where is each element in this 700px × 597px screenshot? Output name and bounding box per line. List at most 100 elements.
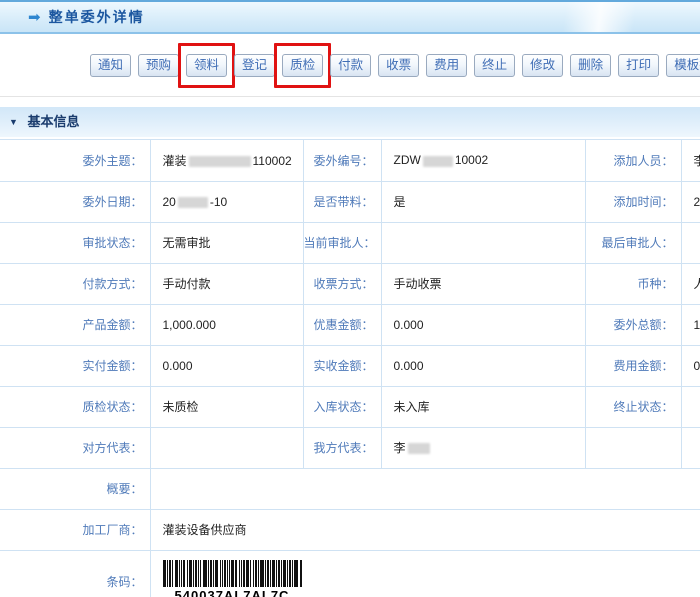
red-highlight-box: 领料 — [178, 42, 236, 88]
value-text: 110002 — [252, 153, 292, 168]
barcode-image — [162, 559, 302, 587]
toolbar-button[interactable]: 终止 — [474, 53, 516, 77]
value-text: 未质检 — [162, 400, 199, 414]
value-text: ZDW — [393, 153, 421, 168]
divider-gap — [0, 97, 700, 107]
toolbar-button[interactable]: 收票 — [378, 53, 420, 77]
value-text: -10 — [209, 194, 228, 209]
toolbar-button[interactable]: 通知 — [90, 53, 132, 77]
value-text: 0. — [693, 358, 700, 373]
table-row: 加工厂商： 灌装设备供应商 — [0, 508, 700, 551]
barcode-cell: 540037AL7AL7C — [149, 549, 700, 597]
field-value — [149, 467, 700, 510]
value-text: 1, — [693, 317, 700, 332]
toolbar-button[interactable]: 模板打印 — [666, 53, 700, 77]
toolbar-button-wrap: 修改 — [522, 53, 564, 77]
field-value: 是 — [380, 180, 586, 223]
value-text: 0.000 — [162, 358, 193, 373]
toolbar-button[interactable]: 付款 — [330, 53, 372, 77]
field-value: 0.000 — [380, 344, 586, 387]
red-highlight-box: 质检 — [274, 42, 332, 88]
toolbar: 通知预购领料登记质检付款收票费用终止修改删除打印模板打印 — [0, 34, 700, 97]
redacted-blur — [407, 443, 430, 455]
value-text: 10002 — [454, 153, 489, 168]
toolbar-button[interactable]: 打印 — [618, 53, 660, 77]
toolbar-button[interactable]: 费用 — [426, 53, 468, 77]
toolbar-button-wrap: 模板打印 — [666, 53, 700, 77]
field-label: 添加人员： — [584, 139, 682, 182]
field-label: 条码： — [0, 549, 151, 597]
toolbar-button-wrap: 付款 — [330, 53, 372, 77]
field-value: 未质检 — [149, 385, 304, 428]
toolbar-button[interactable]: 删除 — [570, 53, 612, 77]
field-label: 委外日期： — [0, 180, 151, 223]
section-title: 基本信息 — [27, 114, 80, 129]
field-value: 灌装设备供应商 — [149, 508, 700, 551]
field-label: 付款方式： — [0, 262, 151, 305]
arrow-right-icon: ➡ — [28, 8, 41, 26]
toolbar-button[interactable]: 修改 — [522, 53, 564, 77]
value-text: 灌装 — [162, 153, 187, 168]
redacted-blur — [177, 196, 208, 208]
value-text: 1,000.000 — [162, 317, 216, 332]
field-value — [380, 221, 586, 264]
field-value: 手动收票 — [380, 262, 586, 305]
toolbar-button[interactable]: 登记 — [234, 53, 276, 77]
field-value: 李 — [380, 426, 586, 469]
field-value — [149, 426, 304, 469]
value-text: 20 — [693, 194, 700, 209]
value-text: 手动收票 — [393, 277, 442, 291]
value-text: 李 — [393, 441, 406, 455]
field-label: 质检状态： — [0, 385, 151, 428]
toolbar-button[interactable]: 预购 — [138, 53, 180, 77]
toolbar-button-wrap: 打印 — [618, 53, 660, 77]
field-value: 0.000 — [380, 303, 586, 346]
redacted-blur — [422, 155, 453, 167]
field-label: 收票方式： — [302, 262, 382, 305]
value-text: 灌装设备供应商 — [162, 523, 247, 537]
collapse-triangle-icon[interactable]: ▼ — [9, 107, 18, 137]
field-label: 委外总额： — [584, 303, 682, 346]
field-label: 审批状态： — [0, 221, 151, 264]
value-text: 是 — [393, 195, 406, 209]
table-row: 审批状态： 无需审批 当前审批人： 最后审批人： — [0, 221, 700, 264]
table-row: 条码： 540037AL7AL7C — [0, 549, 700, 597]
field-value — [680, 385, 700, 428]
field-value: 无需审批 — [149, 221, 304, 264]
field-label: 实付金额： — [0, 344, 151, 387]
field-value: 李 — [680, 139, 700, 182]
field-value: 0. — [680, 344, 700, 387]
toolbar-button-wrap: 删除 — [570, 53, 612, 77]
table-row: 对方代表： 我方代表： 李 — [0, 426, 700, 469]
field-value: ZDW 10002 — [380, 139, 586, 182]
field-value: 灌装 110002 — [149, 139, 304, 182]
value-text: 李 — [693, 153, 700, 168]
field-value: 1,000.000 — [149, 303, 304, 346]
value-text: 0.000 — [393, 358, 424, 373]
value-text: 无需审批 — [162, 236, 211, 250]
toolbar-button-wrap: 费用 — [426, 53, 468, 77]
field-value: 1, — [680, 303, 700, 346]
toolbar-button-wrap: 登记 — [234, 53, 276, 77]
table-row: 付款方式： 手动付款 收票方式： 手动收票 币种： 人 — [0, 262, 700, 305]
field-label: 最后审批人： — [584, 221, 682, 264]
field-value: 未入库 — [380, 385, 586, 428]
toolbar-button[interactable]: 领料 — [186, 53, 228, 77]
field-value — [680, 426, 700, 469]
table-row: 实付金额： 0.000 实收金额： 0.000 费用金额： 0. — [0, 344, 700, 387]
toolbar-button-wrap: 通知 — [90, 53, 132, 77]
value-text: 0.000 — [393, 317, 424, 332]
section-basic-info: ▼ 基本信息 — [0, 107, 700, 137]
value-text: 20 — [162, 194, 176, 209]
field-label — [584, 426, 682, 469]
value-text: 人 — [693, 277, 700, 291]
field-label: 对方代表： — [0, 426, 151, 469]
field-label: 实收金额： — [302, 344, 382, 387]
detail-table-wrap: 委外主题： 灌装 110002 委外编号： ZDW 10002 添加人员：李委外日期： 20-… — [0, 139, 700, 597]
field-label: 委外主题： — [0, 139, 151, 182]
toolbar-button[interactable]: 质检 — [282, 53, 324, 77]
field-label: 概要： — [0, 467, 151, 510]
toolbar-button-wrap: 预购 — [138, 53, 180, 77]
field-label: 是否带料： — [302, 180, 382, 223]
table-row: 委外日期： 20 -10 是否带料： 是 添加时间： 20 — [0, 180, 700, 223]
